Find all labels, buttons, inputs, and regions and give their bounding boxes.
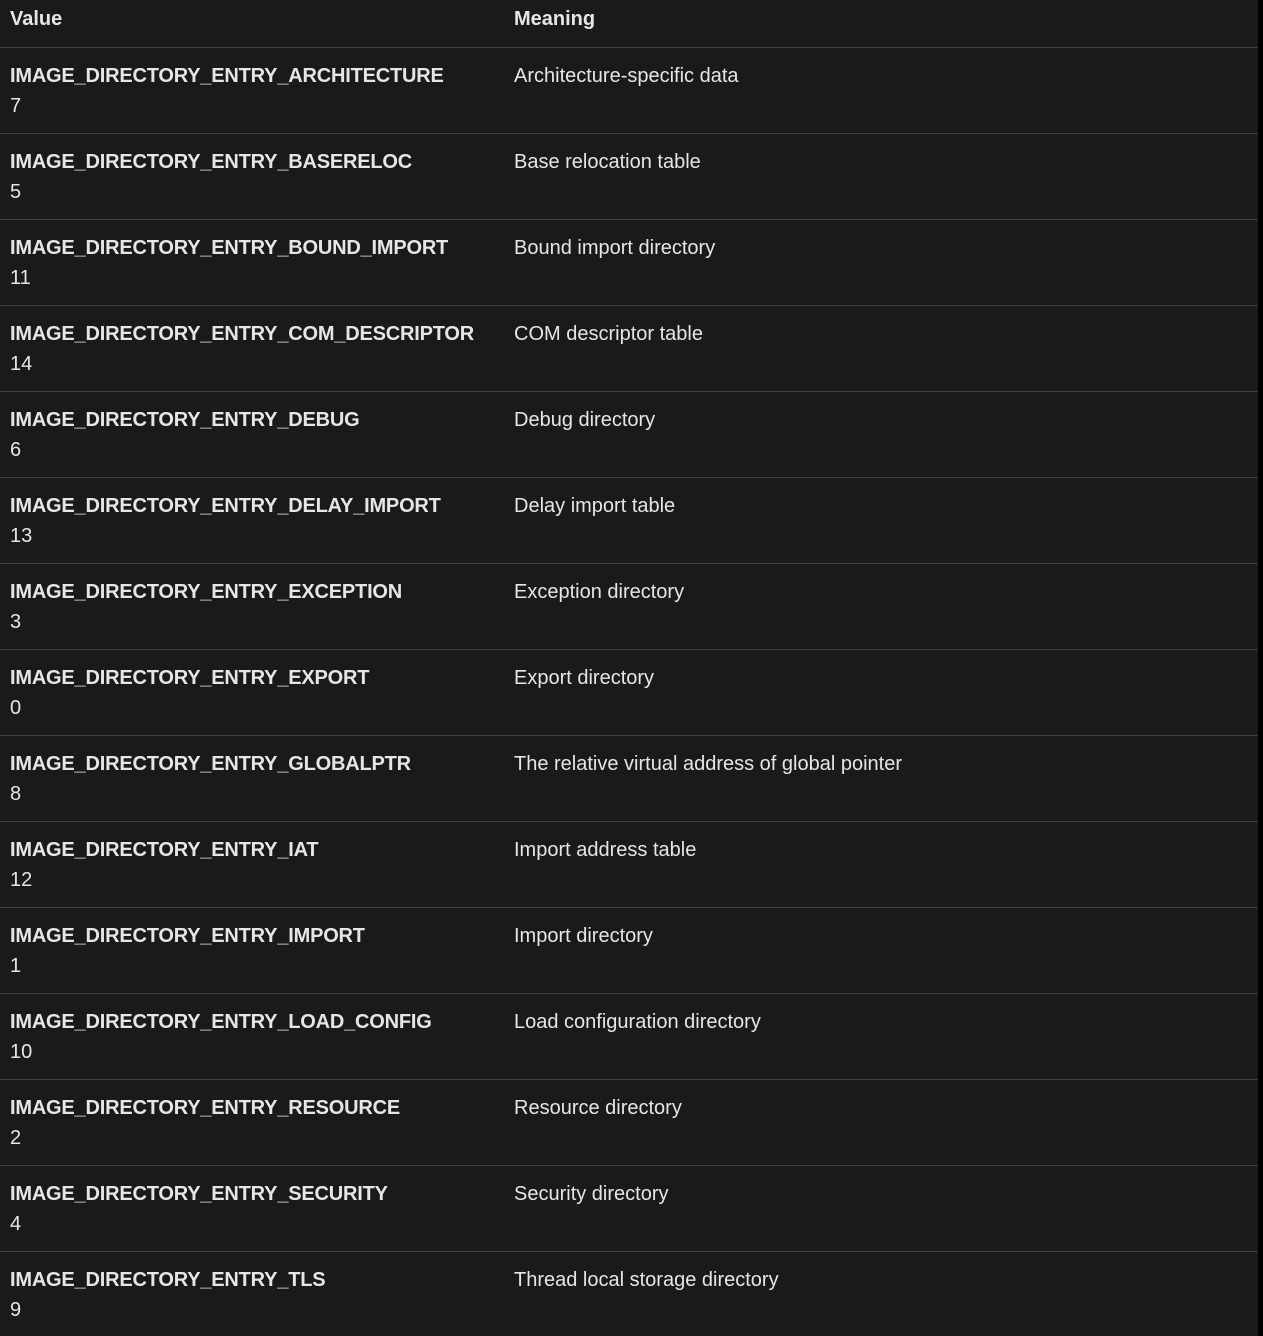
entry-name: IMAGE_DIRECTORY_ENTRY_DELAY_IMPORT [10,495,441,517]
table-row: IMAGE_DIRECTORY_ENTRY_IMPORT 1 Import dire… [0,908,1258,994]
entry-value: 9 [10,1299,22,1321]
entry-name: IMAGE_DIRECTORY_ENTRY_RESOURCE [10,1097,400,1119]
table-row: IMAGE_DIRECTORY_ENTRY_BOUND_IMPORT 11 Boun… [0,220,1258,306]
table-header-row: Value Meaning [0,0,1258,48]
entry-name: IMAGE_DIRECTORY_ENTRY_DEBUG [10,409,360,431]
table-row: IMAGE_DIRECTORY_ENTRY_EXPORT 0 Export dire… [0,650,1258,736]
table-row: IMAGE_DIRECTORY_ENTRY_EXCEPTION 3 Exceptio… [0,564,1258,650]
column-header-value: Value [10,8,63,30]
entry-meaning: Security directory [514,1183,669,1205]
entry-value: 12 [10,869,33,891]
table-row: IMAGE_DIRECTORY_ENTRY_BASERELOC 5 Base rel… [0,134,1258,220]
entry-name: IMAGE_DIRECTORY_ENTRY_IMPORT [10,925,365,947]
entry-meaning: Thread local storage directory [514,1269,779,1291]
entry-value: 13 [10,525,33,547]
entry-value: 0 [10,697,22,719]
entry-value: 1 [10,955,22,977]
entry-value: 11 [10,267,31,289]
table-row: IMAGE_DIRECTORY_ENTRY_SECURITY 4 Security … [0,1166,1258,1252]
entry-meaning: Export directory [514,667,655,689]
directory-entry-table: Value Meaning IMAGE_DIRECTORY_ENTRY_ARCH… [0,0,1258,1336]
entry-meaning: Debug directory [514,409,656,431]
entry-meaning: Architecture-specific data [514,65,739,87]
table-row: IMAGE_DIRECTORY_ENTRY_ARCHITECTURE 7 Archi… [0,48,1258,134]
entry-meaning: Bound import directory [514,237,716,259]
entry-meaning: COM descriptor table [514,323,703,345]
entry-value: 8 [10,783,22,805]
table-body: IMAGE_DIRECTORY_ENTRY_ARCHITECTURE 7 Archi… [0,48,1258,1336]
entry-name: IMAGE_DIRECTORY_ENTRY_EXCEPTION [10,581,403,603]
entry-value: 10 [10,1041,33,1063]
entry-meaning: Import address table [514,839,697,861]
entry-value: 14 [10,353,33,375]
entry-name: IMAGE_DIRECTORY_ENTRY_IAT [10,839,319,861]
entry-value: 4 [10,1213,22,1235]
entry-meaning: Base relocation table [514,151,701,173]
entry-name: IMAGE_DIRECTORY_ENTRY_BOUND_IMPORT [10,237,449,259]
right-edge-divider [1258,0,1263,1336]
entry-name: IMAGE_DIRECTORY_ENTRY_EXPORT [10,667,370,689]
table-row: IMAGE_DIRECTORY_ENTRY_IAT 12 Import addres… [0,822,1258,908]
entry-name: IMAGE_DIRECTORY_ENTRY_COM_DESCRIPTOR [10,323,474,345]
entry-name: IMAGE_DIRECTORY_ENTRY_ARCHITECTURE [10,65,444,87]
entry-name: IMAGE_DIRECTORY_ENTRY_TLS [10,1269,326,1291]
column-header-meaning: Meaning [514,8,596,30]
entry-meaning: Import directory [514,925,653,947]
table-row: IMAGE_DIRECTORY_ENTRY_RESOURCE 2 Resource … [0,1080,1258,1166]
entry-meaning: Exception directory [514,581,685,603]
table-row: IMAGE_DIRECTORY_ENTRY_LOAD_CONFIG 10 Load … [0,994,1258,1080]
table-row: IMAGE_DIRECTORY_ENTRY_GLOBALPTR 8 The rela… [0,736,1258,822]
entry-name: IMAGE_DIRECTORY_ENTRY_GLOBALPTR [10,753,411,775]
entry-value: 6 [10,439,22,461]
entry-name: IMAGE_DIRECTORY_ENTRY_LOAD_CONFIG [10,1011,432,1033]
entry-meaning: Resource directory [514,1097,682,1119]
table-row: IMAGE_DIRECTORY_ENTRY_DELAY_IMPORT 13 Dela… [0,478,1258,564]
entry-value: 2 [10,1127,22,1149]
entry-meaning: The relative virtual address of global p… [514,753,902,775]
table-row: IMAGE_DIRECTORY_ENTRY_COM_DESCRIPTOR 14 CO… [0,306,1258,392]
entry-meaning: Delay import table [514,495,676,517]
entry-value: 3 [10,611,22,633]
entry-value: 7 [10,95,22,117]
entry-name: IMAGE_DIRECTORY_ENTRY_SECURITY [10,1183,388,1205]
table-row: IMAGE_DIRECTORY_ENTRY_TLS 9 Thread local s… [0,1252,1258,1336]
entry-name: IMAGE_DIRECTORY_ENTRY_BASERELOC [10,151,413,173]
entry-value: 5 [10,181,22,203]
table-row: IMAGE_DIRECTORY_ENTRY_DEBUG 6 Debug direct… [0,392,1258,478]
entry-meaning: Load configuration directory [514,1011,761,1033]
